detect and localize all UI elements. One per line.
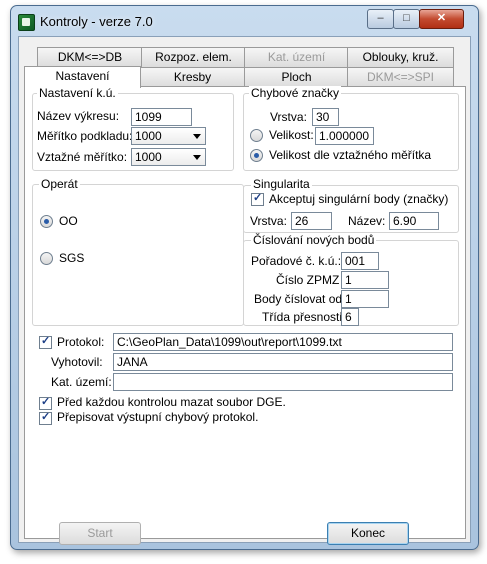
nazev-vykresu-input[interactable]: 1099	[131, 108, 192, 126]
title-bar[interactable]: Kontroly - verze 7.0 – □ ✕	[11, 6, 478, 36]
protokol-checkbox[interactable]	[39, 334, 52, 349]
group-cislovani-title: Číslování nových bodů	[251, 233, 377, 247]
velikost-label: Velikost:	[269, 128, 314, 142]
body-cislovat-label: Body číslovat od	[254, 292, 343, 306]
velikost-dle-radio[interactable]	[250, 149, 263, 162]
operat-oo-label: OO	[59, 214, 78, 228]
prepisovat-label: Přepisovat výstupní chybový protokol.	[57, 410, 259, 424]
akceptuj-checkbox[interactable]	[251, 191, 264, 206]
velikost-input[interactable]: 1.000000	[315, 127, 374, 145]
tab-nastaveni[interactable]: Nastavení	[24, 66, 141, 88]
protokol-label: Protokol:	[57, 335, 105, 349]
meritko-podkladu-label: Měřítko podkladu:	[37, 129, 133, 143]
app-icon	[18, 14, 35, 31]
tab-ploch[interactable]: Ploch	[244, 67, 349, 87]
cislo-zpmz-input[interactable]: 1	[341, 271, 389, 289]
operat-sgs-label: SGS	[59, 251, 85, 265]
chybove-vrstva-input[interactable]: 30	[312, 108, 339, 126]
chevron-down-icon	[193, 134, 201, 139]
vztazne-meritko-select[interactable]: 1000	[131, 148, 206, 166]
konec-button[interactable]: Konec	[327, 522, 409, 545]
singularita-vrstva-label: Vrstva:	[250, 214, 287, 228]
vztazne-meritko-value: 1000	[135, 150, 162, 164]
vyhotovil-label: Vyhotovil:	[51, 355, 103, 369]
velikost-radio[interactable]	[250, 129, 263, 142]
kat-uzemi-label: Kat. území:	[51, 375, 112, 389]
tab-kresby[interactable]: Kresby	[139, 67, 246, 87]
window-title: Kontroly - verze 7.0	[40, 14, 153, 29]
vyhotovil-input[interactable]: JANA	[113, 353, 453, 371]
tab-rozpoz-elem[interactable]: Rozpoz. elem.	[141, 47, 246, 67]
trida-presnosti-label: Třída přesnosti	[262, 310, 343, 324]
protokol-path-input[interactable]: C:\GeoPlan_Data\1099\out\report\1099.txt	[113, 333, 453, 351]
group-chybove-title: Chybové značky	[249, 86, 342, 100]
trida-presnosti-input[interactable]: 6	[341, 308, 359, 326]
main-window: Kontroly - verze 7.0 – □ ✕ DKM<=>DB Rozp…	[10, 5, 479, 550]
minimize-button[interactable]: –	[367, 9, 394, 29]
operat-oo-radio[interactable]	[40, 215, 53, 228]
kat-uzemi-input[interactable]	[113, 373, 453, 391]
start-button[interactable]: Start	[59, 522, 141, 545]
meritko-podkladu-value: 1000	[135, 129, 162, 143]
chybove-vrstva-label: Vrstva:	[270, 110, 307, 124]
tab-dkm-spi[interactable]: DKM<=>SPI	[347, 67, 454, 87]
poradove-label: Pořadové č. k.ú.:	[251, 254, 342, 268]
mazat-dge-checkbox[interactable]	[39, 395, 52, 410]
vztazne-meritko-label: Vztažné měřítko:	[37, 150, 128, 164]
poradove-input[interactable]: 001	[341, 252, 379, 270]
group-nastaveni-ku-title: Nastavení k.ú.	[37, 86, 118, 100]
tab-dkm-db[interactable]: DKM<=>DB	[37, 47, 143, 67]
singularita-vrstva-input[interactable]: 26	[291, 212, 332, 230]
settings-panel: Nastavení k.ú. Název výkresu: 1099 Měřít…	[24, 86, 466, 545]
meritko-podkladu-select[interactable]: 1000	[131, 127, 206, 145]
mazat-dge-label: Před každou kontrolou mazat soubor DGE.	[57, 395, 286, 409]
chevron-down-icon	[193, 155, 201, 160]
nazev-vykresu-label: Název výkresu:	[37, 109, 120, 123]
group-operat-title: Operát	[39, 177, 80, 191]
close-button[interactable]: ✕	[419, 9, 464, 29]
singularita-nazev-input[interactable]: 6.90	[389, 212, 439, 230]
operat-sgs-radio[interactable]	[40, 252, 53, 265]
singularita-nazev-label: Název:	[348, 214, 386, 228]
prepisovat-checkbox[interactable]	[39, 410, 52, 425]
tab-kat-uzemi[interactable]: Kat. území	[244, 47, 349, 67]
velikost-dle-label: Velikost dle vztažného měřítka	[269, 148, 432, 162]
group-singularita-title: Singularita	[251, 177, 312, 191]
body-cislovat-input[interactable]: 1	[341, 290, 389, 308]
akceptuj-label: Akceptuj singulární body (značky)	[269, 192, 449, 206]
maximize-button[interactable]: □	[393, 9, 420, 29]
dialog-client: DKM<=>DB Rozpoz. elem. Kat. území Oblouk…	[18, 36, 471, 545]
cislo-zpmz-label: Číslo ZPMZ	[276, 273, 340, 287]
tab-oblouky[interactable]: Oblouky, kruž.	[347, 47, 454, 67]
